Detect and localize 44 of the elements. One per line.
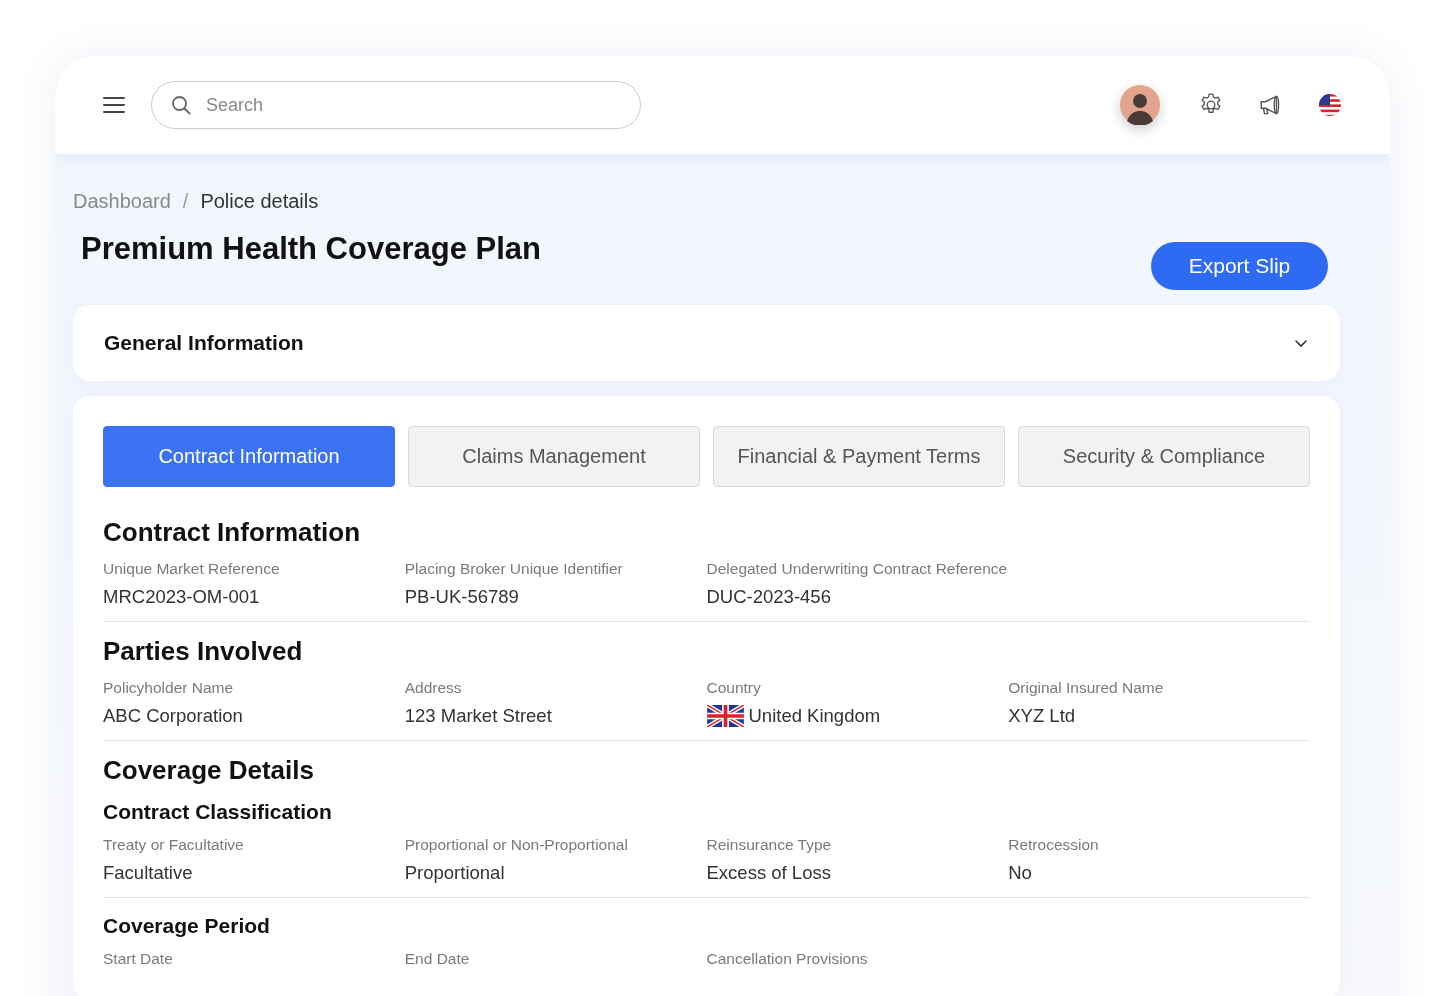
field-label: Original Insured Name [1008,679,1165,697]
field-label: Country [706,679,762,697]
field-value: 123 Market Street [404,705,552,727]
menu-icon[interactable] [103,96,125,114]
section-title: Parties Involved [103,636,304,667]
export-button[interactable]: Export Slip [1151,242,1328,290]
field-label: Placing Broker Unique Identifier [404,560,624,578]
uk-flag-icon [706,705,744,727]
field-label: Treaty or Facultative [103,836,245,854]
field-value: No [1008,862,1032,884]
field-label: Proportional or Non-Proportional [404,836,629,854]
tab[interactable]: Claims Management [408,426,700,487]
field-label: Cancellation Provisions [706,950,869,968]
field-value: MRC2023-OM-001 [103,586,260,608]
field-label: Policyholder Name [103,679,235,697]
field-label: Start Date [103,950,174,968]
field-label: Address [404,679,463,697]
breadcrumb-link[interactable]: Police details [200,190,319,213]
field-label: End Date [404,950,471,968]
field-label: Reinsurance Type [706,836,833,854]
field-value: XYZ Ltd [1008,705,1076,727]
accordion-header[interactable]: General Information [73,305,1340,381]
field-value: Excess of Loss [706,862,831,884]
field-value: Facultative [103,862,193,884]
search-icon [171,95,191,115]
field-value: ABC Corporation [103,705,243,727]
section-title: Coverage Details [103,755,315,786]
field-value: PB-UK-56789 [404,586,519,608]
field-label: Delegated Underwriting Contract Reference [706,560,1009,578]
search-field[interactable]: Search [151,81,641,129]
section-title: Contract Information [103,517,362,548]
field-label: Unique Market Reference [103,560,281,578]
field-label: Retrocession [1008,836,1100,854]
tab[interactable]: Contract Information [103,426,395,487]
page-title: Premium Health Coverage Plan [81,231,541,267]
subsection-title: Contract Classification [103,800,333,824]
tab[interactable]: Security & Compliance [1018,426,1310,487]
subsection-title: Coverage Period [103,914,271,938]
breadcrumb-separator: / [182,190,189,213]
field-value: DUC-2023-456 [706,586,831,608]
field-value: United Kingdom [748,705,881,727]
field-value: Proportional [404,862,505,884]
tab[interactable]: Financial & Payment Terms [713,426,1005,487]
avatar[interactable] [1120,85,1160,125]
